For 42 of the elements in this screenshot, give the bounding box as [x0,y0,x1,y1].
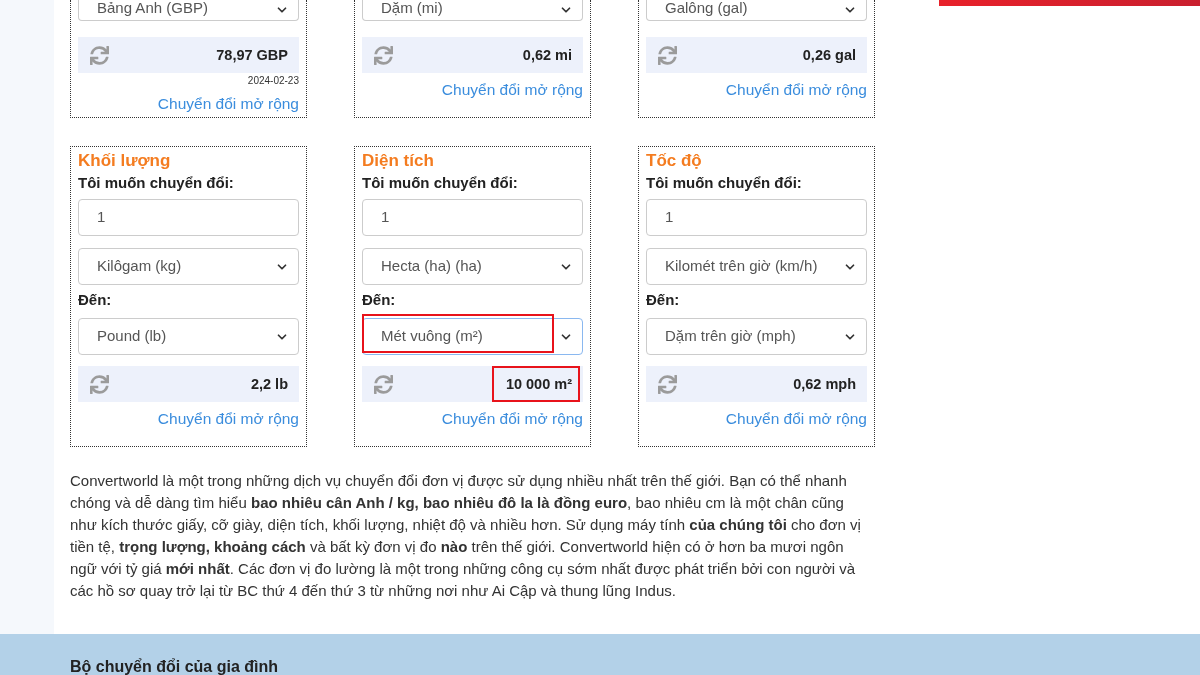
field-label: Tôi muốn chuyển đổi: [362,173,519,193]
unit-select[interactable]: Dặm (mi) [362,0,583,21]
result-value: 78,97 GBP [216,46,288,65]
amount-input[interactable]: 1 [78,199,299,236]
converter-title: Khối lượng [78,151,172,171]
unit-select[interactable]: Kilomét trên giờ (km/h) [646,248,867,285]
refresh-icon[interactable] [658,374,677,394]
converter-title: Tốc độ [646,151,703,171]
description-text: Convertworld là một trong những dịch vụ chuyển đổi đơn vị được sử dụng nhiều nhất trên thế giới. Bạn có thể nhanh chóng và dễ dàng tìm hiểu bao nhiêu cân Anh / kg, bao nhiêu đô la là đồng euro, bao nhiêu cm là một chân cũng như kích thước giấy, cỡ giày, diện tích, khối lượng, nhiệt độ và nhiều hơn. Sử dụng máy tính của chúng tôi cho đơn vị tiền tệ, trọng lượng, khoảng cách và bất kỳ đơn vị đo nào trên thế giới. Convertworld hiện có ở hơn ba mươi ngôn ngữ với tỷ giá mới nhất. Các đơn vị đo lường là một trong những công cụ sớm nhất được phát triển bởi con người và các hồ sơ quay trở lại từ BC thứ 4 đến thứ 3 từ những nơi như Ai Cập và thung lũng Indus. [70,471,862,601]
amount-input[interactable]: 1 [362,199,583,236]
result-value: 0,26 gal [802,46,856,65]
footer-heading: Bộ chuyển đổi của gia đình [70,658,278,675]
refresh-icon[interactable] [374,374,393,394]
refresh-icon[interactable] [90,374,109,394]
result-value: 2,2 lb [250,375,288,394]
refresh-icon[interactable] [658,45,677,65]
extended-conversion-link[interactable]: Chuyển đổi mở rộng [725,409,867,429]
field-label: Tôi muốn chuyển đổi: [646,173,803,193]
refresh-icon[interactable] [374,45,393,65]
converter-title: Diện tích [362,151,435,171]
unit-select[interactable]: Kilôgam (kg) [78,248,299,285]
extended-conversion-link[interactable]: Chuyển đổi mở rộng [157,94,299,114]
extended-conversion-link[interactable]: Chuyển đổi mở rộng [157,409,299,429]
extended-conversion-link[interactable]: Chuyển đổi mở rộng [441,80,583,100]
result-value: 0,62 mph [793,375,856,394]
extended-conversion-link[interactable]: Chuyển đổi mở rộng [441,409,583,429]
rate-date: 2024-02-23 [247,75,299,86]
unit-select[interactable]: Mét vuông (m²) [362,318,583,355]
result-value: 0,62 mi [522,46,572,65]
amount-input[interactable]: 1 [646,199,867,236]
field-label: Đến: [78,290,113,310]
unit-select[interactable]: Pound (lb) [78,318,299,355]
unit-select[interactable]: Hecta (ha) (ha) [362,248,583,285]
field-label: Đến: [362,290,397,310]
refresh-icon[interactable] [90,45,109,65]
unit-select[interactable]: Dặm trên giờ (mph) [646,318,867,355]
extended-conversion-link[interactable]: Chuyển đổi mở rộng [725,80,867,100]
field-label: Tôi muốn chuyển đổi: [78,173,235,193]
field-label: Đến: [646,290,681,310]
unit-select[interactable]: Galông (gal) [646,0,867,21]
result-value: 10 000 m² [505,375,572,394]
unit-select[interactable]: Bảng Anh (GBP) [78,0,299,21]
